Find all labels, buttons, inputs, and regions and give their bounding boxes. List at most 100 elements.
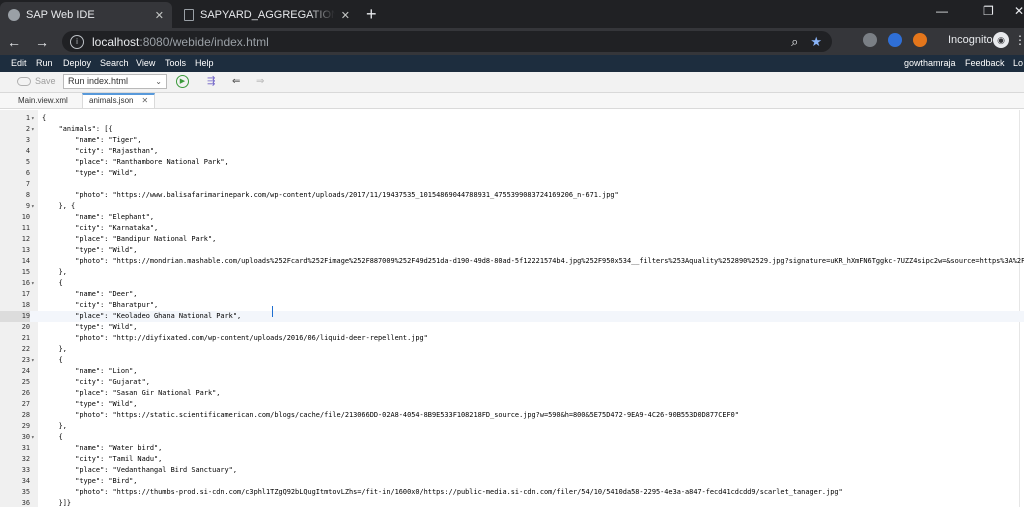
code-line[interactable]: 7 (0, 179, 1024, 190)
code-text: "type": "Wild", (42, 169, 138, 177)
code-line[interactable]: 17 "name": "Deer", (0, 289, 1024, 300)
code-line[interactable]: 27 "type": "Wild", (0, 399, 1024, 410)
tab-close-icon[interactable]: ✕ (341, 9, 350, 22)
code-text: { (42, 356, 63, 364)
code-line[interactable]: 34 "type": "Bird", (0, 476, 1024, 487)
code-line[interactable]: 18 "city": "Bharatpur", (0, 300, 1024, 311)
code-line[interactable]: 20 "type": "Wild", (0, 322, 1024, 333)
tab-main-view-xml[interactable]: Main.view.xml (12, 93, 74, 108)
menu-tools[interactable]: Tools (165, 58, 186, 68)
browser-menu-icon[interactable]: ⋮ (1014, 33, 1024, 47)
code-line[interactable]: 8 "photo": "https://www.balisafarimarine… (0, 190, 1024, 201)
menu-view[interactable]: View (136, 58, 155, 68)
code-line[interactable]: 1 ▾ { (0, 113, 1024, 124)
extension-icon[interactable] (888, 33, 902, 47)
code-line[interactable]: 5 "place": "Ranthambore National Park", (0, 157, 1024, 168)
step-forward-icon[interactable]: ⇒ (256, 76, 264, 87)
code-editor[interactable]: 1 ▾{2 ▾ "animals": [{3 "name": "Tiger", 4 "… (0, 110, 1024, 507)
line-number: 30 (21, 433, 30, 441)
menu-search[interactable]: Search (100, 58, 129, 68)
code-line[interactable]: 19 "place": "Keoladeo Ghana National Par… (0, 311, 1024, 322)
code-text: "photo": "http://diyfixated.com/wp-conte… (42, 334, 428, 342)
code-line[interactable]: 9 ▾ }, { (0, 201, 1024, 212)
tab-close-icon[interactable]: ✕ (155, 9, 164, 22)
browser-tab-sap-web-ide[interactable]: SAP Web IDE ✕ (0, 2, 172, 28)
step-back-icon[interactable]: ⇐ (232, 76, 240, 87)
code-line[interactable]: 10 "name": "Elephant", (0, 212, 1024, 223)
code-line[interactable]: 22 }, (0, 344, 1024, 355)
user-name[interactable]: gowthamraja (904, 58, 956, 68)
tab-close-icon[interactable]: ✕ (141, 96, 148, 105)
feedback-link[interactable]: Feedback (965, 58, 1005, 68)
code-text: "type": "Wild", (42, 246, 138, 254)
sap-favicon-icon (8, 9, 20, 21)
code-line[interactable]: 30 ▾ { (0, 432, 1024, 443)
code-line[interactable]: 4 "city": "Rajasthan", (0, 146, 1024, 157)
code-line[interactable]: 6 "type": "Wild", (0, 168, 1024, 179)
forward-arrow-icon[interactable]: → (28, 34, 56, 50)
code-line[interactable]: 33 "place": "Vedanthangal Bird Sanctuary… (0, 465, 1024, 476)
zoom-search-icon[interactable]: ⌕ (791, 34, 798, 50)
code-text: { (42, 114, 47, 122)
code-line[interactable]: 16 ▾ { (0, 278, 1024, 289)
restore-button[interactable]: ❐ (983, 4, 994, 18)
menu-deploy[interactable]: Deploy (63, 58, 91, 68)
run-configuration-select[interactable]: Run index.html ⌄ (63, 74, 167, 89)
fold-arrow-icon[interactable]: ▾ (31, 124, 35, 135)
code-line[interactable]: 12 "place": "Bandipur National Park", (0, 234, 1024, 245)
tab-animals-json[interactable]: animals.json ✕ (82, 93, 156, 108)
code-text: }, (42, 345, 67, 353)
code-line[interactable]: 29 }, (0, 421, 1024, 432)
close-window-button[interactable]: ✕ (1014, 4, 1024, 18)
code-line[interactable]: 21 "photo": "http://diyfixated.com/wp-co… (0, 333, 1024, 344)
debug-icon[interactable]: ⇶ (207, 76, 215, 87)
code-line[interactable]: 3 "name": "Tiger", (0, 135, 1024, 146)
logout-link[interactable]: Lo (1013, 58, 1023, 68)
fold-arrow-icon[interactable]: ▾ (31, 355, 35, 366)
line-number: 28 (21, 411, 30, 419)
fold-arrow-icon[interactable]: ▾ (31, 201, 35, 212)
address-bar[interactable]: i localhost:8080/webide/index.html ⌕ ★ (62, 31, 832, 52)
back-arrow-icon[interactable]: ← (0, 34, 28, 50)
line-number: 32 (21, 455, 30, 463)
code-line[interactable]: 24 "name": "Lion", (0, 366, 1024, 377)
code-line[interactable]: 25 "city": "Gujarat", (0, 377, 1024, 388)
browser-tab-aggregation[interactable]: SAPYARD_AGGREGATION_BINDI ✕ (174, 2, 358, 28)
code-line[interactable]: 36 }]} (0, 498, 1024, 507)
code-line[interactable]: 28 "photo": "https://static.scientificam… (0, 410, 1024, 421)
save-label: Save (35, 76, 56, 86)
code-line[interactable]: 15 }, (0, 267, 1024, 278)
menu-edit[interactable]: Edit (11, 58, 27, 68)
code-line[interactable]: 13 "type": "Wild", (0, 245, 1024, 256)
line-number: 19 (0, 311, 30, 322)
extension-icon[interactable] (863, 33, 877, 47)
code-line[interactable]: 23 ▾ { (0, 355, 1024, 366)
site-info-icon[interactable]: i (70, 34, 84, 49)
tab-label: animals.json (89, 96, 134, 105)
code-text: }, (42, 422, 67, 430)
bookmark-star-icon[interactable]: ★ (810, 34, 822, 50)
code-line[interactable]: 32 "city": "Tamil Nadu", (0, 454, 1024, 465)
line-number: 15 (21, 268, 30, 276)
code-line[interactable]: 31 "name": "Water bird", (0, 443, 1024, 454)
fold-arrow-icon[interactable]: ▾ (31, 278, 35, 289)
extension-icon[interactable] (913, 33, 927, 47)
run-button[interactable]: ▶ (176, 75, 189, 88)
code-line[interactable]: 14 "photo": "https://mondrian.mashable.c… (0, 256, 1024, 267)
fold-arrow-icon[interactable]: ▾ (31, 113, 35, 124)
menu-run[interactable]: Run (36, 58, 53, 68)
chevron-down-icon: ⌄ (155, 77, 162, 86)
code-line[interactable]: 26 "place": "Sasan Gir National Park", (0, 388, 1024, 399)
code-line[interactable]: 2 ▾ "animals": [{ (0, 124, 1024, 135)
code-line[interactable]: 35 "photo": "https://thumbs-prod.si-cdn.… (0, 487, 1024, 498)
new-tab-button[interactable]: + (366, 3, 377, 25)
code-text: "type": "Wild", (42, 400, 138, 408)
incognito-icon[interactable]: ◉ (993, 32, 1009, 48)
fold-arrow-icon[interactable]: ▾ (31, 432, 35, 443)
line-number: 3 (25, 136, 30, 144)
save-button[interactable]: Save (17, 76, 56, 86)
code-text: "type": "Bird", (42, 477, 138, 485)
menu-help[interactable]: Help (195, 58, 214, 68)
code-line[interactable]: 11 "city": "Karnataka", (0, 223, 1024, 234)
minimize-button[interactable]: — (936, 4, 948, 18)
